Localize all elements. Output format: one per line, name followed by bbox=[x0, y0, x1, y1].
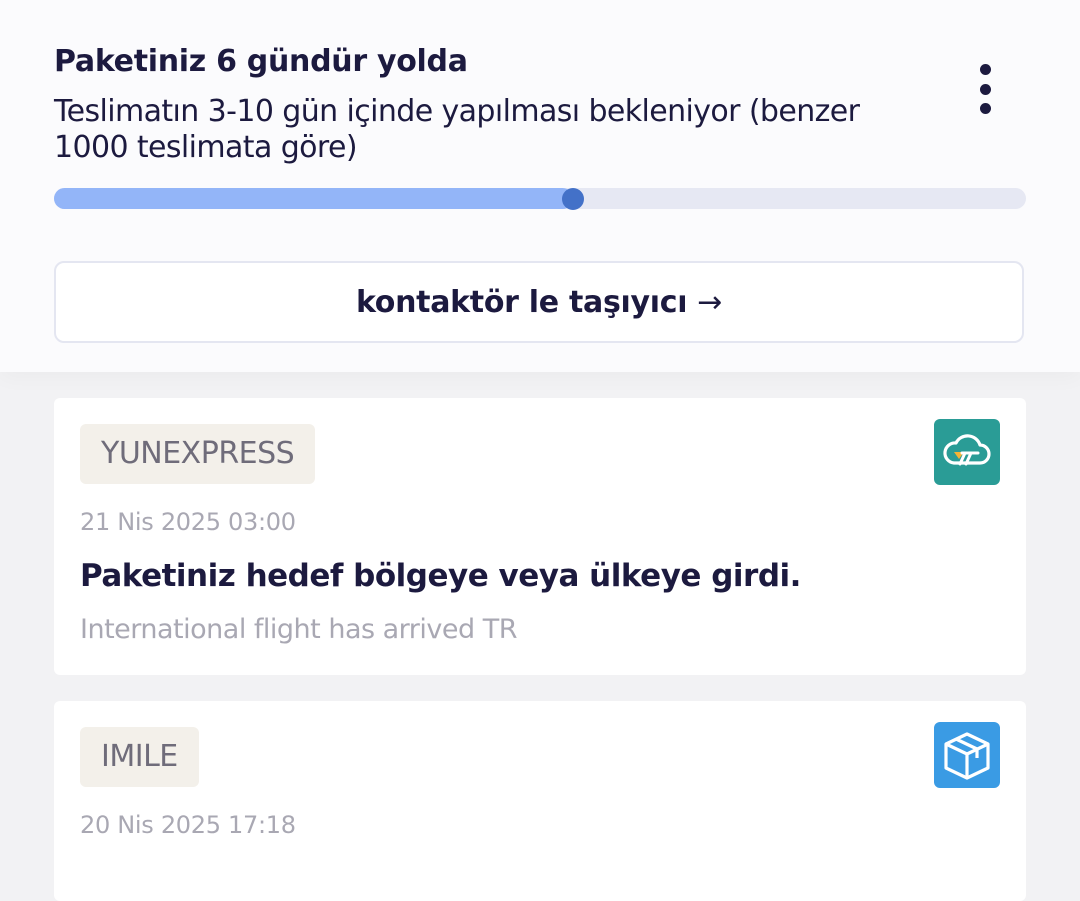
contact-carrier-button[interactable]: kontaktör le taşıyıcı → bbox=[54, 261, 1024, 343]
carrier-badge: YUNEXPRESS bbox=[80, 424, 316, 484]
tracking-event[interactable]: YUNEXPRESS 21 Nis 2025 03:00 Paketiniz h… bbox=[54, 398, 1026, 675]
box-icon bbox=[944, 732, 990, 780]
shipment-summary: Paketiniz 6 gündür yolda Teslimatın 3-10… bbox=[0, 0, 1080, 372]
delivery-estimate: Teslimatın 3-10 gün içinde yapılması bek… bbox=[54, 94, 860, 165]
carrier-badge: IMILE bbox=[80, 727, 199, 787]
arrow-right-icon: → bbox=[697, 284, 723, 320]
progress-fill bbox=[54, 188, 574, 209]
menu-dot-icon bbox=[980, 84, 991, 95]
contact-carrier-label: kontaktör le taşıyıcı bbox=[355, 284, 688, 320]
event-date: 20 Nis 2025 17:18 bbox=[80, 811, 296, 839]
more-options-button[interactable] bbox=[966, 58, 1004, 120]
cloud-icon bbox=[943, 434, 991, 466]
tracking-event[interactable]: IMILE 20 Nis 2025 17:18 bbox=[54, 701, 1026, 901]
progress-indicator bbox=[562, 187, 585, 210]
event-title: Paketiniz hedef bölgeye veya ülkeye gird… bbox=[80, 558, 801, 594]
event-detail: International flight has arrived TR bbox=[80, 614, 517, 645]
event-date: 21 Nis 2025 03:00 bbox=[80, 508, 296, 536]
delivery-progress-bar bbox=[54, 187, 1026, 210]
carrier-logo bbox=[934, 722, 1000, 788]
carrier-logo bbox=[934, 419, 1000, 485]
page-title: Paketiniz 6 gündür yolda bbox=[54, 44, 468, 79]
menu-dot-icon bbox=[980, 103, 991, 114]
menu-dot-icon bbox=[980, 64, 991, 75]
